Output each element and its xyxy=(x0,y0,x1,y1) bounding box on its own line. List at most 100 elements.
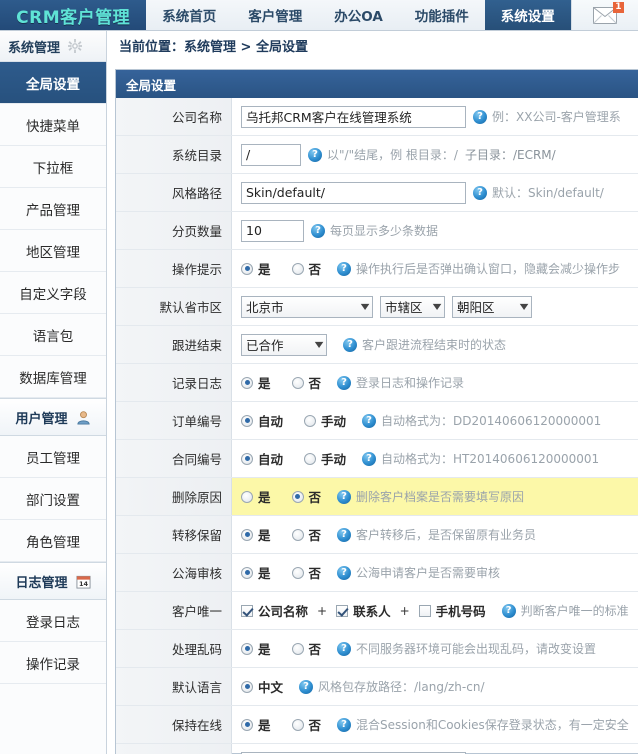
help-icon[interactable]: ? xyxy=(343,338,357,352)
default-language-chinese[interactable]: 中文 xyxy=(241,677,283,696)
delete-reason-yes[interactable]: 是 xyxy=(241,487,271,506)
help-icon[interactable]: ? xyxy=(337,642,351,656)
operation-tips-yes[interactable]: 是 xyxy=(241,259,271,278)
help-icon[interactable]: ? xyxy=(311,224,325,238)
contract-number-auto[interactable]: 自动 xyxy=(241,449,283,468)
breadcrumb: 当前位置：系统管理 > 全局设置 xyxy=(107,31,638,61)
sea-audit-no[interactable]: 否 xyxy=(292,563,322,582)
help-icon[interactable]: ? xyxy=(337,376,351,390)
help-icon[interactable]: ? xyxy=(337,490,351,504)
sidebar-item-login-log[interactable]: 登录日志 xyxy=(0,600,106,642)
mail-badge-count: 1 xyxy=(613,2,624,13)
app-logo[interactable]: CRM客户管理 xyxy=(0,0,146,30)
help-icon[interactable]: ? xyxy=(502,604,516,618)
follow-end-help: 客户跟进流程结束时的状态 xyxy=(362,336,506,353)
transfer-keep-no[interactable]: 否 xyxy=(292,525,322,544)
form-row-skin-path: 风格路径 ? 默认：Skin/default/ xyxy=(116,174,638,212)
record-log-help: 登录日志和操作记录 xyxy=(356,374,464,391)
sidebar-item-operation-log[interactable]: 操作记录 xyxy=(0,642,106,684)
skin-path-input[interactable] xyxy=(241,182,466,204)
nav-tab-settings[interactable]: 系统设置 xyxy=(485,0,571,30)
radio-icon xyxy=(241,567,253,579)
panel-title: 全局设置 xyxy=(116,70,638,98)
help-icon[interactable]: ? xyxy=(337,718,351,732)
district-select[interactable]: 朝阳区 ▼ xyxy=(452,296,532,318)
sidebar-item-dropdown[interactable]: 下拉框 xyxy=(0,146,106,188)
charset-fix-yes[interactable]: 是 xyxy=(241,639,271,658)
help-icon[interactable]: ? xyxy=(337,566,351,580)
sea-audit-yes[interactable]: 是 xyxy=(241,563,271,582)
default-language-help: 风格包存放路径：/lang/zh-cn/ xyxy=(318,678,484,695)
label-delete-reason: 删除原因 xyxy=(116,478,232,515)
help-icon[interactable]: ? xyxy=(299,680,313,694)
system-directory-input[interactable] xyxy=(241,144,301,166)
system-directory-extra: 子目录：/ECRM/ xyxy=(465,146,556,163)
module-title-area: 系统管理 xyxy=(0,31,107,61)
city-select[interactable]: 市辖区 ▼ xyxy=(380,296,445,318)
sidebar-item-staff[interactable]: 员工管理 xyxy=(0,436,106,478)
sidebar-item-role[interactable]: 角色管理 xyxy=(0,520,106,562)
record-log-no[interactable]: 否 xyxy=(292,373,322,392)
radio-icon xyxy=(241,453,253,465)
delete-reason-no[interactable]: 否 xyxy=(292,487,322,506)
chevron-down-icon: ▼ xyxy=(433,302,442,311)
follow-end-select[interactable]: 已合作 ▼ xyxy=(241,334,327,356)
radio-icon xyxy=(241,719,253,731)
gear-icon xyxy=(68,39,82,53)
help-icon[interactable]: ? xyxy=(362,414,376,428)
record-log-yes[interactable]: 是 xyxy=(241,373,271,392)
keep-online-no[interactable]: 否 xyxy=(292,715,322,734)
sidebar-group-log-management[interactable]: 日志管理 14 xyxy=(0,562,106,600)
sidebar-item-global-settings[interactable]: 全局设置 xyxy=(0,62,106,104)
contract-number-manual[interactable]: 手动 xyxy=(304,449,346,468)
sidebar-item-quick-menu[interactable]: 快捷菜单 xyxy=(0,104,106,146)
page-size-help: 每页显示多少条数据 xyxy=(330,222,438,239)
help-icon[interactable]: ? xyxy=(308,148,322,162)
company-name-input[interactable] xyxy=(241,106,466,128)
page-size-input[interactable] xyxy=(241,220,304,242)
form-row-company-name: 公司名称 ? 例：XX公司-客户管理系 xyxy=(116,98,638,136)
keep-online-yes[interactable]: 是 xyxy=(241,715,271,734)
help-icon[interactable]: ? xyxy=(337,528,351,542)
sidebar-item-region[interactable]: 地区管理 xyxy=(0,230,106,272)
order-number-auto[interactable]: 自动 xyxy=(241,411,283,430)
label-default-region: 默认省市区 xyxy=(116,288,232,325)
label-follow-end: 跟进结束 xyxy=(116,326,232,363)
label-charset-fix: 处理乱码 xyxy=(116,630,232,667)
label-transfer-keep: 转移保留 xyxy=(116,516,232,553)
form-row-record-log: 记录日志 是 否 ? 登录日志和操作记录 xyxy=(116,364,638,402)
unique-contact-checkbox[interactable]: 联系人 xyxy=(336,601,391,620)
user-icon xyxy=(76,410,91,425)
help-icon[interactable]: ? xyxy=(473,110,487,124)
help-icon[interactable]: ? xyxy=(337,262,351,276)
nav-tab-plugins[interactable]: 功能插件 xyxy=(399,0,485,30)
help-icon[interactable]: ? xyxy=(362,452,376,466)
mail-notification[interactable]: 1 xyxy=(571,0,638,30)
unique-mobile-checkbox[interactable]: 手机号码 xyxy=(419,601,486,620)
form-row-keep-online: 保持在线 是 否 ? 混合Session和Cookies保存登录状态，有一定安全 xyxy=(116,706,638,744)
order-number-manual[interactable]: 手动 xyxy=(304,411,346,430)
transfer-keep-yes[interactable]: 是 xyxy=(241,525,271,544)
sidebar-item-database[interactable]: 数据库管理 xyxy=(0,356,106,398)
charset-fix-no[interactable]: 否 xyxy=(292,639,322,658)
customer-unique-help: 判断客户唯一的标准 xyxy=(521,602,629,619)
chevron-down-icon: ▼ xyxy=(361,302,370,311)
help-icon[interactable]: ? xyxy=(473,186,487,200)
sidebar-group-user-label: 用户管理 xyxy=(15,408,67,427)
sidebar-group-user-management[interactable]: 用户管理 xyxy=(0,398,106,436)
sidebar-item-department[interactable]: 部门设置 xyxy=(0,478,106,520)
settings-panel: 全局设置 公司名称 ? 例：XX公司-客户管理系 系统目录 xyxy=(115,69,638,754)
nav-tab-oa[interactable]: 办公OA xyxy=(318,0,399,30)
sidebar-item-language-pack[interactable]: 语言包 xyxy=(0,314,106,356)
nav-tab-home[interactable]: 系统首页 xyxy=(146,0,232,30)
nav-tab-customer[interactable]: 客户管理 xyxy=(232,0,318,30)
radio-icon xyxy=(241,529,253,541)
sidebar-item-custom-fields[interactable]: 自定义字段 xyxy=(0,272,106,314)
operation-tips-no[interactable]: 否 xyxy=(292,259,322,278)
sidebar-item-product[interactable]: 产品管理 xyxy=(0,188,106,230)
label-customer-unique: 客户唯一 xyxy=(116,592,232,629)
unique-company-name-checkbox[interactable]: 公司名称 xyxy=(241,601,308,620)
sidebar: 全局设置 快捷菜单 下拉框 产品管理 地区管理 自定义字段 语言包 数据库管理 … xyxy=(0,61,107,754)
province-select[interactable]: 北京市 ▼ xyxy=(241,296,373,318)
top-navigation-bar: CRM客户管理 系统首页 客户管理 办公OA 功能插件 系统设置 1 xyxy=(0,0,638,31)
